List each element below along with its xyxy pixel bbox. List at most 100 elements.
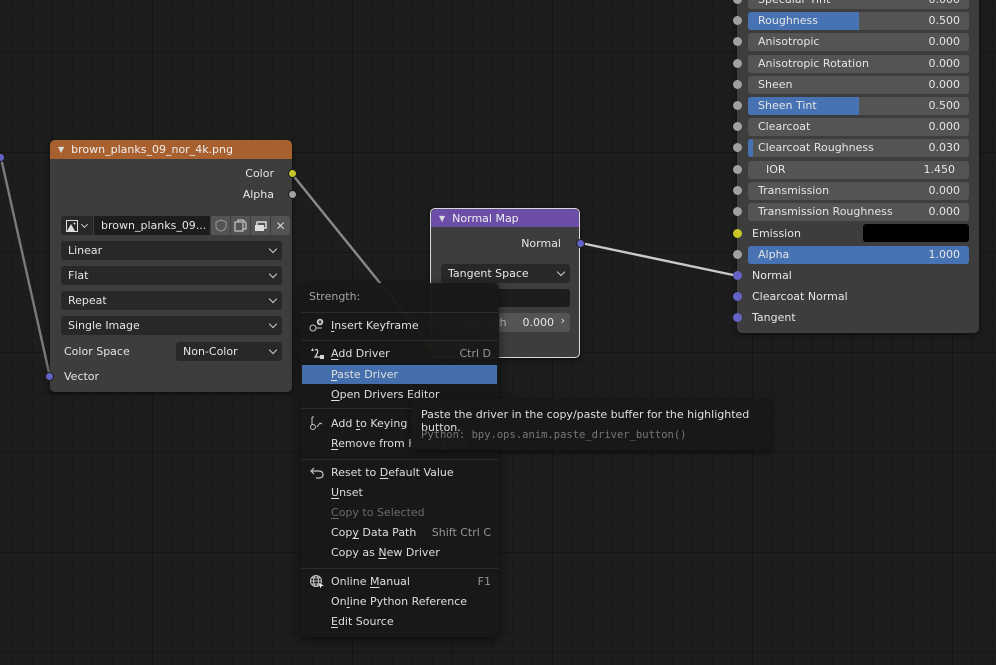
space-dropdown[interactable]: Tangent Space: [441, 264, 570, 283]
menu-item-copy-to-selected[interactable]: Copy to Selected: [302, 503, 497, 522]
input-socket-transmission[interactable]: [733, 185, 742, 195]
keying-set-icon: [310, 416, 323, 430]
transmission-slider[interactable]: Transmission 0.000: [748, 181, 969, 200]
slider-label: Sheen: [758, 77, 793, 91]
chevron-down-icon: [268, 269, 278, 279]
slider-value: 0.000: [928, 56, 961, 70]
input-socket-vector[interactable]: [45, 372, 54, 381]
specular-tint-slider[interactable]: Specular Tint 0.000: [748, 0, 969, 9]
shortcut-shift-ctrl-c: Shift Ctrl C: [431, 526, 491, 539]
output-label-alpha: Alpha: [242, 188, 274, 201]
menu-item-online-manual[interactable]: Online Manual F1: [302, 572, 497, 591]
menu-item-unset[interactable]: Unset: [302, 483, 497, 502]
increment-arrow-icon[interactable]: ›: [561, 314, 565, 327]
input-socket-emission[interactable]: [733, 229, 742, 238]
input-label-vector: Vector: [64, 370, 100, 383]
alpha-slider[interactable]: Alpha 1.000: [748, 246, 969, 264]
slider-value: 0.000: [929, 0, 961, 6]
menu-item-paste-driver[interactable]: Paste Driver: [302, 365, 497, 384]
slider-label: Anisotropic Rotation: [758, 56, 869, 70]
menu-item-label: Online Python Reference: [331, 595, 468, 608]
interpolation-dropdown[interactable]: Linear: [61, 241, 282, 260]
source-dropdown[interactable]: Single Image: [61, 316, 282, 335]
input-socket-roughness[interactable]: [733, 16, 742, 26]
output-socket-color[interactable]: [288, 169, 297, 178]
unlink-image-button[interactable]: ✕: [271, 216, 290, 235]
input-socket-transmission-roughness[interactable]: [733, 207, 742, 216]
emission-color-swatch[interactable]: [863, 224, 969, 242]
ior-slider[interactable]: IOR 1.450: [748, 160, 969, 179]
slider-label: Sheen Tint: [758, 99, 817, 112]
output-label-color: Color: [245, 167, 274, 180]
sheen-slider[interactable]: Sheen 0.000: [748, 75, 969, 94]
menu-separator: [301, 312, 498, 313]
slider-label: Clearcoat: [758, 120, 811, 134]
menu-item-copy-as-new-driver[interactable]: Copy as New Driver: [302, 543, 497, 562]
fake-user-button[interactable]: [211, 216, 230, 235]
input-label-normal: Normal: [752, 269, 792, 282]
anisotropic-slider[interactable]: Anisotropic 0.000: [748, 33, 969, 52]
menu-item-label: Insert Keyframe: [331, 319, 419, 332]
input-socket-alpha[interactable]: [733, 250, 742, 259]
collapse-triangle-icon[interactable]: ▼: [58, 145, 64, 154]
menu-item-copy-data-path[interactable]: Copy Data Path Shift Ctrl C: [302, 523, 497, 542]
slider-value: 0.500: [928, 99, 961, 112]
menu-item-label: Online Manual: [331, 575, 410, 588]
input-socket-anisotropic[interactable]: [733, 37, 742, 47]
keyframe-insert-icon: [309, 318, 324, 332]
image-selector[interactable]: brown_planks_09... ✕: [61, 216, 290, 235]
image-name-field[interactable]: brown_planks_09...: [94, 216, 210, 235]
menu-item-online-python-reference[interactable]: Online Python Reference: [302, 592, 497, 611]
menu-title: Strength:: [309, 290, 361, 303]
output-socket-alpha[interactable]: [288, 190, 297, 199]
sheen-tint-slider[interactable]: Sheen Tint 0.500: [748, 97, 969, 115]
output-socket-normal[interactable]: [576, 239, 585, 248]
driver-icon: [311, 348, 324, 359]
projection-dropdown[interactable]: Flat: [61, 266, 282, 285]
slider-label: Transmission: [758, 183, 830, 197]
tooltip: Paste the driver in the copy/paste buffe…: [411, 398, 771, 450]
input-socket-clearcoat[interactable]: [733, 122, 742, 132]
input-socket-ior[interactable]: [733, 164, 742, 174]
shortcut-ctrl-d: Ctrl D: [459, 347, 491, 360]
link-vector-input: [0, 157, 52, 378]
menu-item-insert-keyframe[interactable]: Insert Keyframe: [302, 316, 497, 335]
slider-label: IOR: [766, 162, 786, 176]
shortcut-f1: F1: [477, 575, 491, 588]
input-socket-anisotropic-rotation[interactable]: [733, 58, 742, 68]
chevron-down-icon: [268, 244, 278, 254]
image-browse-button[interactable]: [61, 216, 93, 235]
input-socket-sheen-tint[interactable]: [733, 101, 742, 110]
input-socket-clearcoat-roughness[interactable]: [733, 143, 742, 153]
anisotropic-rotation-slider[interactable]: Anisotropic Rotation 0.000: [748, 54, 969, 73]
clearcoat-slider[interactable]: Clearcoat 0.000: [748, 118, 969, 137]
collapse-triangle-icon[interactable]: ▼: [439, 214, 445, 223]
input-label-clearcoat-normal: Clearcoat Normal: [752, 290, 848, 303]
slider-value: 0.000: [928, 183, 961, 197]
color-space-label: Color Space: [64, 345, 130, 358]
extension-dropdown[interactable]: Repeat: [61, 291, 282, 310]
menu-item-edit-source[interactable]: Edit Source: [302, 612, 497, 631]
external-vector-output-socket[interactable]: [0, 153, 5, 162]
pack-image-button[interactable]: [251, 216, 270, 235]
normal-map-node-header[interactable]: ▼ Normal Map: [431, 209, 579, 227]
image-texture-node[interactable]: ▼ brown_planks_09_nor_4k.png Color Alpha…: [45, 140, 297, 392]
input-socket-clearcoat-normal[interactable]: [733, 292, 742, 301]
color-space-dropdown[interactable]: Non-Color: [176, 342, 282, 361]
principled-bsdf-node[interactable]: Emission Alpha 1.000 Normal Clearcoat No…: [733, 0, 979, 333]
input-socket-sheen[interactable]: [733, 79, 742, 89]
input-socket-tangent[interactable]: [733, 313, 742, 322]
menu-item-add-driver[interactable]: Add Driver Ctrl D: [302, 344, 497, 363]
transmission-roughness-slider[interactable]: Transmission Roughness 0.000: [748, 203, 969, 221]
image-texture-node-header[interactable]: ▼ brown_planks_09_nor_4k.png: [50, 140, 292, 159]
menu-item-label: Edit Source: [331, 615, 394, 628]
roughness-slider[interactable]: Roughness 0.500: [748, 12, 969, 31]
menu-item-reset-to-default[interactable]: Reset to Default Value: [302, 463, 497, 482]
slider-fill: [748, 139, 753, 158]
input-socket-specular-tint[interactable]: [733, 0, 742, 4]
globe-icon: [310, 575, 324, 589]
input-socket-normal[interactable]: [733, 271, 742, 280]
duplicate-image-button[interactable]: [231, 216, 250, 235]
clearcoat-roughness-slider[interactable]: Clearcoat Roughness 0.030: [748, 139, 969, 158]
chevron-down-icon: [268, 345, 278, 355]
